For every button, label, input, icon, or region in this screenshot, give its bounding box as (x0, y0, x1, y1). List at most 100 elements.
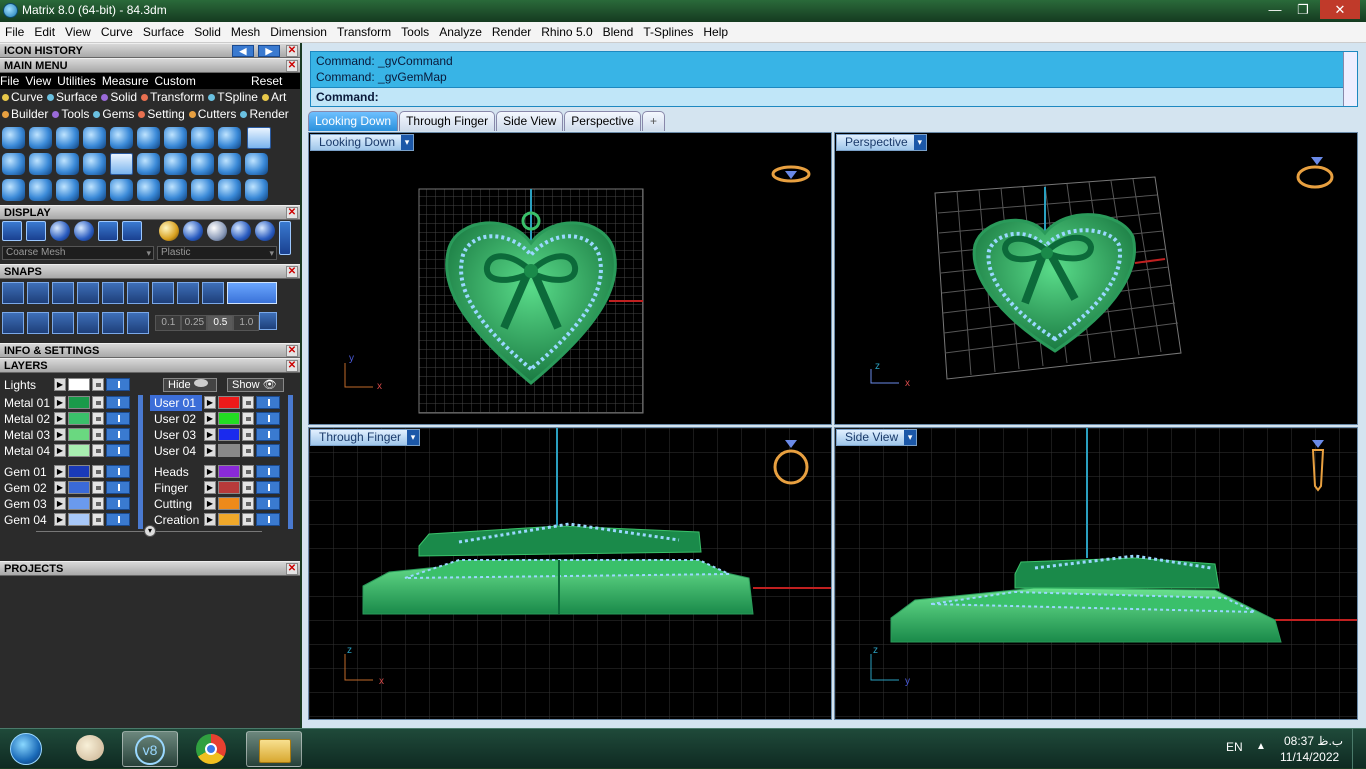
menu-mesh[interactable]: Mesh (226, 22, 265, 43)
layer-controls[interactable]: ▶ (204, 481, 280, 495)
tool-icon[interactable] (83, 179, 106, 201)
cat-transform[interactable]: Transform (141, 90, 204, 104)
mesh-quality-select[interactable]: Coarse Mesh (2, 246, 154, 260)
tool-icon[interactable] (56, 127, 79, 149)
history-forward-button[interactable]: ▶ (258, 45, 280, 57)
material-icon[interactable] (254, 221, 275, 241)
layer-controls[interactable]: ▶ (204, 396, 280, 410)
menu-solid[interactable]: Solid (189, 22, 226, 43)
layer-scrollbar[interactable] (288, 395, 293, 529)
expand-icon[interactable]: ▾ (144, 525, 156, 537)
quad-snap-icon[interactable] (202, 282, 224, 304)
tool-icon[interactable] (110, 127, 133, 149)
command-scrollbar[interactable] (1343, 52, 1357, 106)
mm-view[interactable]: View (25, 74, 51, 88)
tool-icon[interactable] (137, 127, 160, 149)
gem-icon[interactable] (29, 153, 52, 175)
tab-through-finger[interactable]: Through Finger (399, 111, 496, 131)
mm-measure[interactable]: Measure (102, 74, 149, 88)
layer-controls[interactable]: ▶ (54, 428, 130, 442)
display-toggle[interactable] (278, 221, 291, 255)
menu-tsplines[interactable]: T-Splines (638, 22, 698, 43)
display-icon[interactable] (122, 221, 142, 241)
display-icon[interactable] (98, 221, 118, 241)
snap-icon[interactable] (102, 312, 124, 334)
layer-controls[interactable]: ▶ (204, 465, 280, 479)
menu-tools[interactable]: Tools (396, 22, 434, 43)
mm-file[interactable]: File (0, 74, 19, 88)
layer-controls[interactable]: ▶ (54, 497, 130, 511)
cen-snap-icon[interactable] (102, 282, 124, 304)
taskbar-paint[interactable] (62, 731, 118, 767)
history-back-button[interactable]: ◀ (232, 45, 254, 57)
close-icon[interactable]: ✕ (286, 360, 298, 372)
point-snap-icon[interactable] (52, 282, 74, 304)
language-indicator[interactable]: EN (1226, 740, 1243, 754)
tool-icon[interactable] (218, 153, 241, 175)
menu-help[interactable]: Help (698, 22, 733, 43)
cat-tools[interactable]: Tools (52, 107, 89, 121)
material-select[interactable]: Plastic (157, 246, 277, 260)
tool-icon[interactable] (83, 127, 106, 149)
close-icon[interactable]: ✕ (286, 266, 298, 278)
layer-scrollbar[interactable] (138, 395, 143, 529)
layer-name[interactable]: Metal 02 (0, 411, 52, 427)
close-icon[interactable]: ✕ (286, 345, 298, 357)
tool-icon[interactable] (2, 127, 25, 149)
grid-snap-1.0[interactable]: 1.0 (233, 315, 260, 331)
tool-icon[interactable] (2, 179, 25, 201)
tool-icon[interactable] (164, 153, 187, 175)
grid-icon[interactable] (2, 312, 24, 334)
menu-edit[interactable]: Edit (29, 22, 60, 43)
grid-snap-0.5[interactable]: 0.5 (207, 315, 234, 331)
near-snap-icon[interactable] (27, 282, 49, 304)
cat-builder[interactable]: Builder (2, 107, 48, 121)
layer-controls[interactable]: ▶ (54, 513, 130, 527)
tool-icon[interactable] (191, 153, 214, 175)
tool-icon[interactable] (29, 127, 52, 149)
grid-snap-0.25[interactable]: 0.25 (181, 315, 208, 331)
cat-surface[interactable]: Surface (47, 90, 97, 104)
tool-icon[interactable] (218, 127, 241, 149)
cat-cutters[interactable]: Cutters (188, 107, 236, 121)
cat-curve[interactable]: Curve (2, 90, 43, 104)
tool-icon[interactable] (56, 179, 79, 201)
snap-toggle[interactable] (227, 282, 277, 304)
layer-name[interactable]: Heads (150, 464, 202, 480)
hide-button[interactable]: Hide (163, 378, 217, 392)
move-icon[interactable] (110, 179, 133, 201)
layer-name[interactable]: Gem 03 (0, 496, 52, 512)
layer-name[interactable]: Gem 01 (0, 464, 52, 480)
render-icon[interactable] (26, 221, 46, 241)
snap-icon[interactable] (127, 312, 149, 334)
menu-transform[interactable]: Transform (332, 22, 396, 43)
cat-solid[interactable]: Solid (101, 90, 137, 104)
taskbar-explorer[interactable] (246, 731, 302, 767)
cat-tspline[interactable]: TSpline (208, 90, 258, 104)
grid-snap-0.1[interactable]: 0.1 (155, 315, 182, 331)
start-button[interactable] (4, 731, 48, 767)
tool-icon[interactable] (83, 153, 106, 175)
show-desktop-button[interactable] (1352, 729, 1366, 769)
layer-controls[interactable]: ▶ (54, 465, 130, 479)
material-icon[interactable] (230, 221, 251, 241)
layer-name[interactable]: User 01 (150, 395, 202, 411)
menu-view[interactable]: View (60, 22, 96, 43)
layer-controls[interactable]: ▶ (54, 481, 130, 495)
tool-icon[interactable] (245, 179, 268, 201)
layer-name[interactable]: Creation (150, 512, 202, 528)
menu-curve[interactable]: Curve (96, 22, 138, 43)
material-icon[interactable] (182, 221, 203, 241)
layer-name[interactable]: Gem 02 (0, 480, 52, 496)
layer-name[interactable]: Metal 04 (0, 443, 52, 459)
tool-icon[interactable] (191, 179, 214, 201)
layer-name[interactable]: User 03 (150, 427, 202, 443)
taskbar-matrix[interactable]: v8 (122, 731, 178, 767)
cat-art[interactable]: Art (261, 90, 286, 104)
command-prompt[interactable]: Command: (311, 87, 1345, 106)
taskbar-chrome[interactable] (184, 731, 240, 767)
mm-utilities[interactable]: Utilities (57, 74, 96, 88)
viewport-through-finger[interactable]: z x Through Finger (308, 427, 832, 720)
menu-blend[interactable]: Blend (598, 22, 639, 43)
close-icon[interactable]: ✕ (286, 60, 298, 72)
